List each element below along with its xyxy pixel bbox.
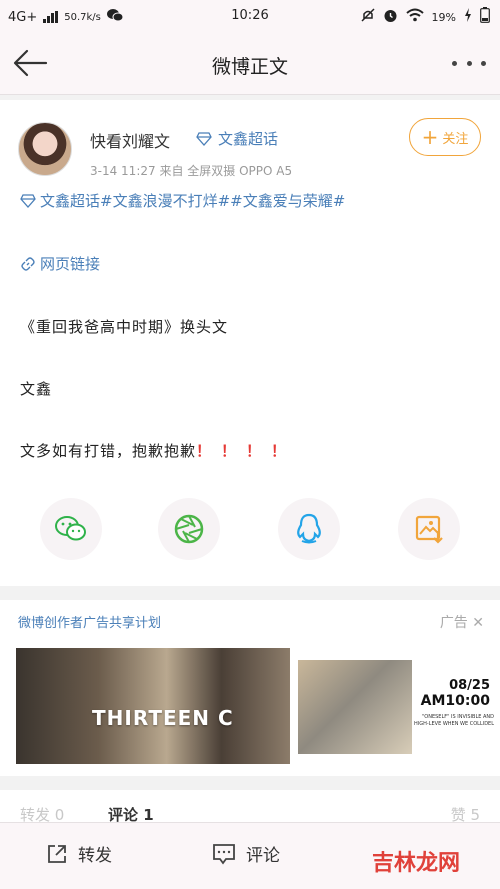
nav-bar: 微博正文 xyxy=(0,32,500,95)
ad-schedule: 08/25 AM10:00 xyxy=(420,678,490,709)
save-image-icon xyxy=(415,515,443,544)
repost-icon xyxy=(48,844,66,863)
comment-label: 评论 xyxy=(246,846,280,866)
ad-image[interactable]: THIRTEEN C xyxy=(16,648,290,764)
ad-image-secondary[interactable] xyxy=(298,660,412,754)
battery-icon xyxy=(480,7,490,27)
repost-button[interactable]: 转发 xyxy=(46,841,112,866)
ad-fine-print: "ONESELF" IS INVISIBLE AND HIGH-LEVE WHE… xyxy=(414,714,494,727)
ad-date: 08/25 xyxy=(449,678,490,693)
link-icon xyxy=(21,256,35,271)
author-name[interactable]: 快看刘耀文 xyxy=(90,128,170,152)
post-text-line: 文鑫 xyxy=(20,380,53,398)
mute-icon xyxy=(361,8,375,26)
share-row xyxy=(0,498,500,564)
repost-label: 转发 xyxy=(78,846,112,866)
battery-charging-icon xyxy=(464,8,472,26)
wechat-icon xyxy=(55,516,86,541)
share-moments-button[interactable] xyxy=(158,498,220,560)
save-image-button[interactable] xyxy=(398,498,460,560)
close-icon[interactable]: ✕ xyxy=(472,615,484,631)
diamond-icon xyxy=(20,193,36,208)
plus-icon: + xyxy=(421,125,439,149)
topics-text: 文鑫超话#文鑫浪漫不打烊##文鑫爱与荣耀# xyxy=(40,192,346,210)
post-text-line: 文多如有打错，抱歉抱歉！！！！ xyxy=(20,440,296,461)
comment-icon xyxy=(213,843,235,864)
post-card: 快看刘耀文 文鑫超话 3-14 11:27 来自 全屏双摄 OPPO A5 + … xyxy=(0,100,500,586)
watermark-logo: 吉林龙网 xyxy=(371,851,460,876)
topic-links[interactable]: 文鑫超话#文鑫浪漫不打烊##文鑫爱与荣耀# xyxy=(20,190,345,211)
follow-button[interactable]: + 关注 xyxy=(409,118,481,156)
alarm-icon xyxy=(383,8,398,27)
qq-icon xyxy=(297,513,321,544)
exclamation-marks: ！！！！ xyxy=(196,442,297,460)
post-text-line: 《重回我爸高中时期》换头文 xyxy=(20,318,229,336)
follow-label: 关注 xyxy=(442,131,469,147)
comment-button[interactable]: 评论 xyxy=(212,841,280,866)
wifi-icon xyxy=(405,8,424,26)
diamond-icon xyxy=(196,131,212,146)
bottom-action-bar: 转发 评论 吉林龙网 xyxy=(0,822,500,889)
avatar[interactable] xyxy=(18,122,72,176)
ad-header: 微博创作者广告共享计划 xyxy=(18,616,162,631)
ad-label[interactable]: 广告 ✕ xyxy=(440,612,484,632)
more-options-button[interactable] xyxy=(452,54,486,72)
ad-brand: THIRTEEN C xyxy=(92,706,234,730)
web-link[interactable]: 网页链接 xyxy=(20,253,100,274)
post-text: 文多如有打错，抱歉抱歉 xyxy=(20,442,197,460)
battery-level: 19% xyxy=(431,10,456,24)
super-topic-tag[interactable]: 文鑫超话 xyxy=(196,128,278,149)
back-arrow-icon xyxy=(13,49,48,77)
post-meta: 3-14 11:27 来自 全屏双摄 OPPO A5 xyxy=(90,164,293,178)
ad-card[interactable]: 微博创作者广告共享计划 广告 ✕ THIRTEEN C 08/25 AM10:0… xyxy=(0,600,500,776)
super-topic-label: 文鑫超话 xyxy=(218,130,279,148)
ad-label-text: 广告 xyxy=(439,615,468,631)
moments-icon xyxy=(174,514,204,544)
share-wechat-button[interactable] xyxy=(40,498,102,560)
status-bar: 4G+ 50.7k/s 10:26 19% xyxy=(0,0,500,32)
ad-time: AM10:00 xyxy=(420,693,490,709)
back-button[interactable] xyxy=(12,48,48,78)
web-link-label: 网页链接 xyxy=(40,255,101,273)
share-qq-button[interactable] xyxy=(278,498,340,560)
page-title: 微博正文 xyxy=(211,56,288,78)
